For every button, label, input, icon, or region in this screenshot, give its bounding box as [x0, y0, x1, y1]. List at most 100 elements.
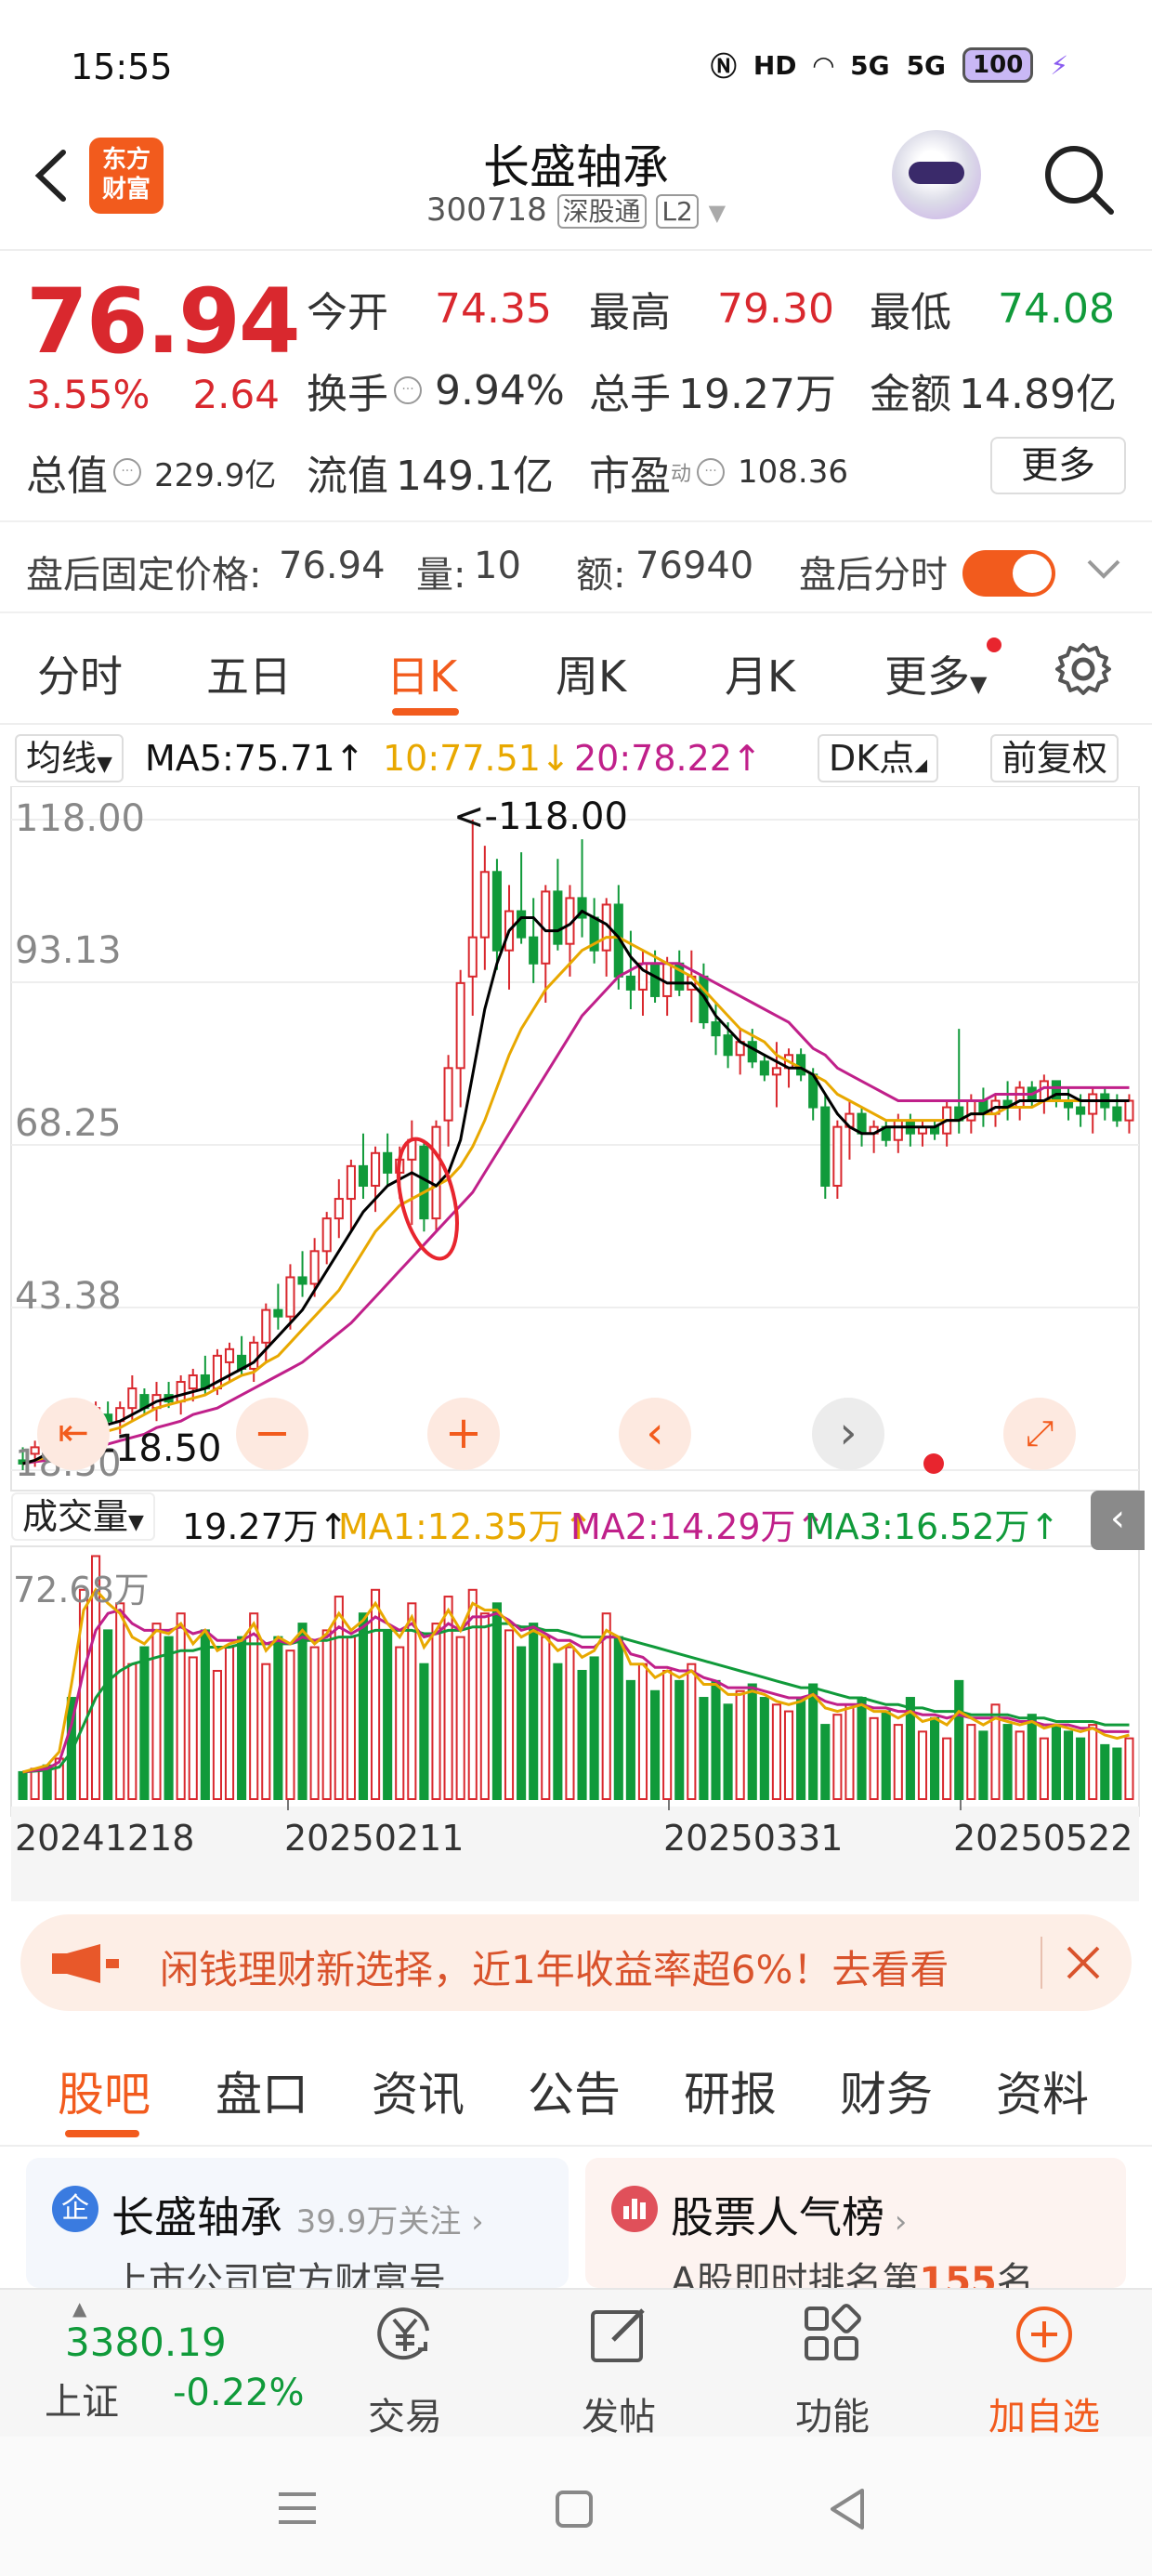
ma20-value: 20:78.22	[574, 738, 732, 779]
volume-bar	[674, 1679, 685, 1801]
post-label: 发帖	[582, 2396, 656, 2438]
trade-nav-item[interactable]: 交易	[312, 2290, 498, 2438]
volume-bar	[407, 1602, 417, 1800]
volume-bar	[115, 1602, 125, 1800]
tab-news[interactable]: 资讯	[372, 2057, 465, 2124]
close-icon[interactable]	[1065, 1944, 1102, 1981]
company-account-card[interactable]: 企 长盛轴承 39.9万关注 › 上市公司官方财富号	[26, 2158, 569, 2288]
gear-icon[interactable]	[1054, 639, 1113, 699]
high-field: 最高 79.30	[589, 279, 834, 338]
home-square-icon[interactable]	[554, 2489, 595, 2530]
tab-more[interactable]: 更多▼	[884, 643, 987, 704]
after-hours-timeshare-label: 盘后分时	[799, 554, 948, 597]
scroll-right-button[interactable]: ›	[812, 1398, 884, 1470]
tab-five-day[interactable]: 五日	[206, 643, 292, 704]
candle-body	[455, 981, 465, 1070]
more-button[interactable]: 更多	[990, 437, 1126, 494]
ma5-label: MA5:75.71↑	[145, 738, 365, 779]
index-name: 上证	[45, 2381, 119, 2424]
tab-daily-k[interactable]: 日K	[386, 643, 457, 704]
candle-body	[309, 1250, 320, 1285]
add-watchlist-nav-item[interactable]: 加自选	[951, 2290, 1137, 2438]
indicator-selector[interactable]: 均线▼	[15, 734, 124, 782]
corner-triangle-icon: ◢	[914, 756, 928, 775]
fullscreen-icon[interactable]: ⤢	[1003, 1398, 1076, 1470]
scroll-left-button[interactable]: ‹	[619, 1398, 691, 1470]
post-nav-item[interactable]: 发帖	[526, 2290, 712, 2438]
tab-guba[interactable]: 股吧	[58, 2057, 151, 2124]
pe-field: 市盈动 ··· 108.36	[589, 442, 848, 502]
low-field: 最低 74.08	[870, 279, 1115, 338]
candle-body	[1076, 1106, 1086, 1115]
info-icon[interactable]: ···	[394, 376, 422, 404]
bottom-nav: 3380.19 ▲ 上证 -0.22% 交易 发帖 功能 加自选	[0, 2288, 1152, 2438]
after-hours-price-label: 盘后固定价格:	[26, 554, 262, 597]
chevron-down-icon[interactable]	[1085, 556, 1122, 584]
collapse-panel-button[interactable]: ‹	[1091, 1491, 1145, 1550]
price-axis-label-2: 93.13	[15, 929, 122, 972]
open-field: 今开 74.35	[307, 279, 552, 338]
volume-bar	[188, 1656, 198, 1801]
volume-bar	[103, 1629, 113, 1801]
kline-chart[interactable]	[0, 786, 1152, 1901]
candle-body	[346, 1164, 356, 1201]
candle-body	[358, 1164, 369, 1187]
active-content-tab-indicator	[65, 2130, 139, 2137]
candle-body	[479, 871, 490, 939]
ad-banner[interactable]: 闲钱理财新选择，近1年收益率超6%！去看看	[20, 1914, 1132, 2011]
after-hours-vol: 10	[474, 545, 521, 587]
tab-announcements[interactable]: 公告	[528, 2057, 621, 2124]
volume-bar	[151, 1623, 162, 1801]
tab-research[interactable]: 研报	[684, 2057, 777, 2124]
trade-yen-icon	[377, 2307, 429, 2360]
chart-control-start-button[interactable]: ⇤	[37, 1398, 110, 1470]
price-axis-label-max: 118.00	[15, 797, 145, 840]
tab-order-book[interactable]: 盘口	[216, 2057, 308, 2124]
candle-body	[650, 962, 661, 997]
tab-profile[interactable]: 资料	[996, 2057, 1089, 2124]
candle-body	[321, 1217, 332, 1253]
candle-body	[467, 936, 478, 978]
zoom-out-button[interactable]: −	[236, 1398, 308, 1470]
candle-body	[747, 1041, 757, 1063]
after-hours-toggle[interactable]	[962, 550, 1055, 597]
volume-bar	[395, 1646, 405, 1801]
charging-icon: ⚡	[1050, 49, 1068, 81]
turnover-value: 9.94%	[435, 366, 565, 414]
tab-monthly-k[interactable]: 月K	[725, 643, 795, 704]
zoom-in-button[interactable]: +	[427, 1398, 500, 1470]
chevron-right-icon: ›	[884, 2203, 908, 2241]
nfc-icon: Ⓝ	[710, 51, 737, 82]
back-triangle-icon[interactable]	[827, 2487, 868, 2531]
market-cap-label: 总值	[26, 453, 108, 500]
dk-point-button[interactable]: DK点◢	[818, 734, 939, 782]
function-nav-item[interactable]: 功能	[740, 2290, 925, 2438]
company-card-name: 长盛轴承	[111, 2192, 282, 2242]
last-price: 76.94	[26, 269, 301, 374]
search-icon[interactable]	[1039, 139, 1119, 219]
date-axis-label-3: 20250331	[663, 1818, 844, 1859]
menu-icon[interactable]	[275, 2489, 320, 2528]
info-icon[interactable]: ···	[697, 458, 726, 486]
info-icon[interactable]: ···	[113, 458, 141, 486]
volume-indicator-selector[interactable]: 成交量▼	[11, 1492, 155, 1541]
candle-body	[723, 1034, 733, 1057]
assistant-robot-icon[interactable]	[892, 130, 981, 219]
volume-bar	[783, 1710, 794, 1800]
volume-bar	[869, 1716, 879, 1801]
volume-bar	[419, 1663, 429, 1801]
ma5-value: MA5:75.71	[145, 738, 335, 779]
volume-label: 总手	[589, 371, 671, 418]
popularity-rank-card[interactable]: 股票人气榜 › A股即时排名第155名	[585, 2158, 1126, 2288]
adjust-button[interactable]: 前复权	[990, 734, 1119, 782]
index-ticker[interactable]: 3380.19 ▲ 上证 -0.22%	[26, 2290, 305, 2438]
trade-label: 交易	[368, 2396, 442, 2438]
volume-bar	[966, 1724, 976, 1801]
tab-timeshare[interactable]: 分时	[37, 643, 123, 704]
stock-code-line[interactable]: 300718 深股通 L2 ▼	[0, 191, 1152, 229]
tab-financials[interactable]: 财务	[840, 2057, 933, 2124]
tab-weekly-k[interactable]: 周K	[556, 643, 626, 704]
signal-5g-icon-2: 5G	[906, 49, 947, 81]
volume-bar	[1100, 1743, 1110, 1800]
volume-bar	[1027, 1714, 1037, 1801]
